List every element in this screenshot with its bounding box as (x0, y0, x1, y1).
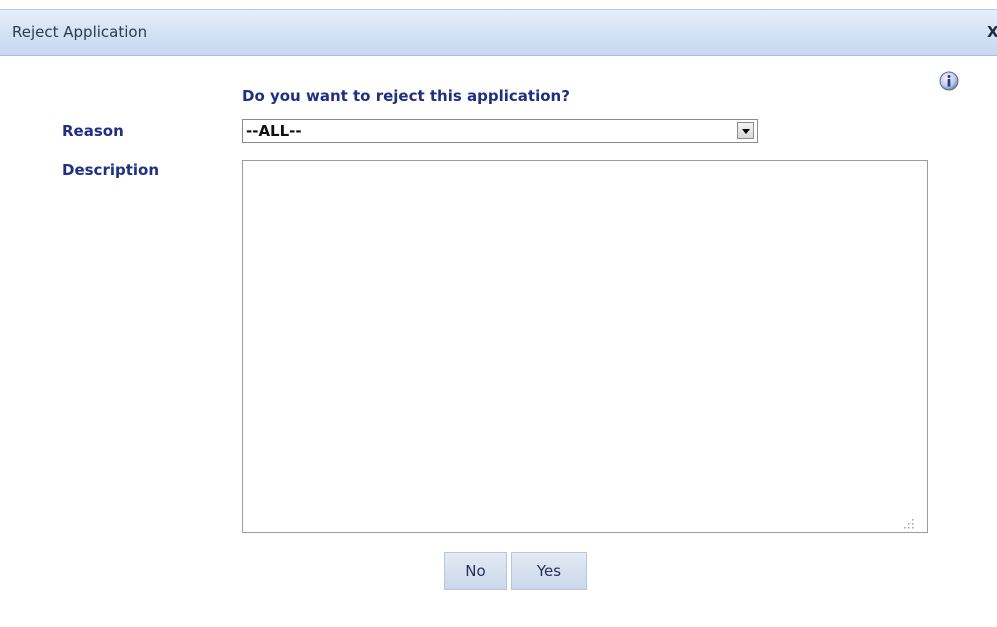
close-icon[interactable]: X (987, 24, 997, 40)
background-page-strip (0, 0, 997, 9)
resize-grip-icon[interactable] (903, 518, 915, 530)
reason-select[interactable]: --ALL-- (242, 119, 758, 143)
yes-button[interactable]: Yes (511, 552, 587, 590)
dropdown-arrow-icon[interactable] (737, 122, 754, 139)
reject-confirmation-question: Do you want to reject this application? (242, 87, 570, 105)
description-label: Description (62, 161, 160, 179)
no-button[interactable]: No (444, 552, 507, 590)
description-textarea[interactable] (242, 160, 928, 533)
dialog-titlebar: Reject Application X (0, 9, 997, 56)
reason-label: Reason (62, 122, 124, 140)
dialog-title: Reject Application (12, 23, 148, 41)
reason-selected-value: --ALL-- (246, 122, 302, 140)
info-icon[interactable] (938, 70, 960, 92)
